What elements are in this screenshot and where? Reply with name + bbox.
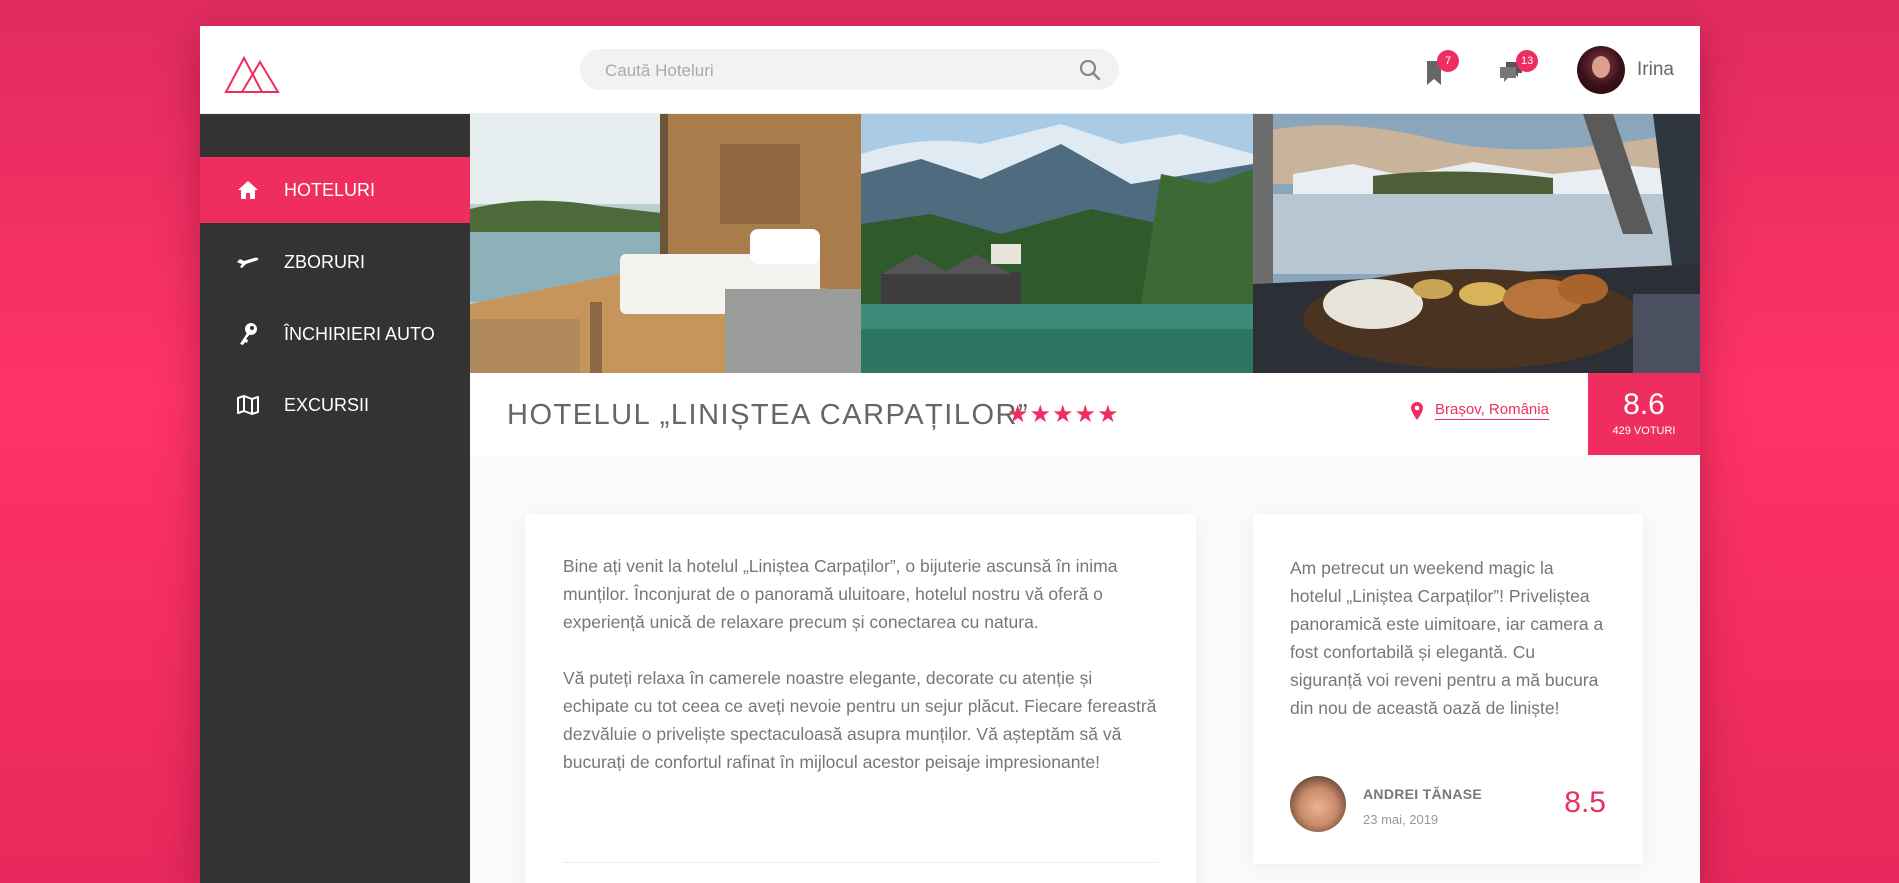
search-icon[interactable] [1079, 59, 1101, 81]
hotel-score: 8.6 [1623, 388, 1665, 421]
home-icon [236, 178, 260, 202]
hotel-title: HOTELUL „LINIȘTEA CARPAȚILOR” [507, 399, 1030, 431]
logo-icon[interactable] [224, 48, 280, 94]
messages-button[interactable]: 13 [1498, 50, 1539, 90]
review-score: 8.5 [1564, 786, 1606, 819]
bookmarks-badge: 7 [1437, 50, 1459, 72]
messages-badge: 13 [1516, 50, 1539, 72]
bookmarks-button[interactable]: 7 [1425, 50, 1459, 90]
map-pin-icon [1411, 401, 1423, 420]
sidebar-item-excursii[interactable]: EXCURSII [200, 372, 470, 438]
location-text[interactable]: Brașov, România [1435, 401, 1549, 420]
sidebar-item-label: HOTELURI [284, 179, 376, 200]
user-name[interactable]: Irina [1637, 59, 1674, 81]
sidebar-item-label: EXCURSII [284, 394, 370, 415]
top-header: Caută Hoteluri 7 13 Irina [200, 26, 1700, 114]
reviewer-name[interactable]: ANDREI TĂNASE [1363, 786, 1482, 802]
gallery-photo-lake[interactable] [861, 114, 1253, 373]
description-paragraph: Vă puteți relaxa în camerele noastre ele… [563, 668, 1157, 772]
review-card: Am petrecut un weekend magic la hotelul … [1253, 514, 1643, 864]
key-icon [236, 322, 260, 346]
description-card: Bine ați venit la hotelul „Liniștea Carp… [525, 514, 1196, 883]
description-paragraph: Bine ați venit la hotelul „Liniștea Carp… [563, 556, 1118, 632]
review-text: Am petrecut un weekend magic la hotelul … [1290, 558, 1604, 718]
divider [563, 862, 1158, 863]
map-icon [236, 393, 260, 417]
sidebar-item-inchirieri-auto[interactable]: ÎNCHIRIERI AUTO [200, 301, 470, 367]
star-rating: ★★★★★ [1007, 401, 1120, 428]
hotel-titlebar: HOTELUL „LINIȘTEA CARPAȚILOR” ★★★★★ Braș… [470, 373, 1700, 455]
sidebar: HOTELURI ZBORURI ÎNCHIRIERI AUTO EXCURSI… [200, 114, 470, 883]
review-date: 23 mai, 2019 [1363, 812, 1439, 827]
hotel-score-box: 8.6 429 VOTURI [1588, 373, 1700, 455]
sidebar-item-zboruri[interactable]: ZBORURI [200, 229, 470, 295]
sidebar-item-hoteluri[interactable]: HOTELURI [200, 157, 470, 223]
sidebar-item-label: ZBORURI [284, 251, 365, 272]
search-placeholder: Caută Hoteluri [605, 61, 714, 80]
sidebar-item-label: ÎNCHIRIERI AUTO [284, 323, 435, 344]
location-link[interactable]: Brașov, România [1411, 401, 1549, 420]
app-window: Caută Hoteluri 7 13 Irina HOTELURI ZBORU… [200, 26, 1700, 883]
user-avatar[interactable] [1577, 46, 1625, 94]
gallery-photo-breakfast[interactable] [1253, 114, 1700, 373]
search-input[interactable]: Caută Hoteluri [580, 49, 1119, 90]
gallery-photo-room[interactable] [470, 114, 861, 373]
hotel-votes: 429 VOTURI [1612, 425, 1676, 437]
reviewer-avatar[interactable] [1290, 776, 1346, 832]
plane-icon [236, 250, 260, 274]
